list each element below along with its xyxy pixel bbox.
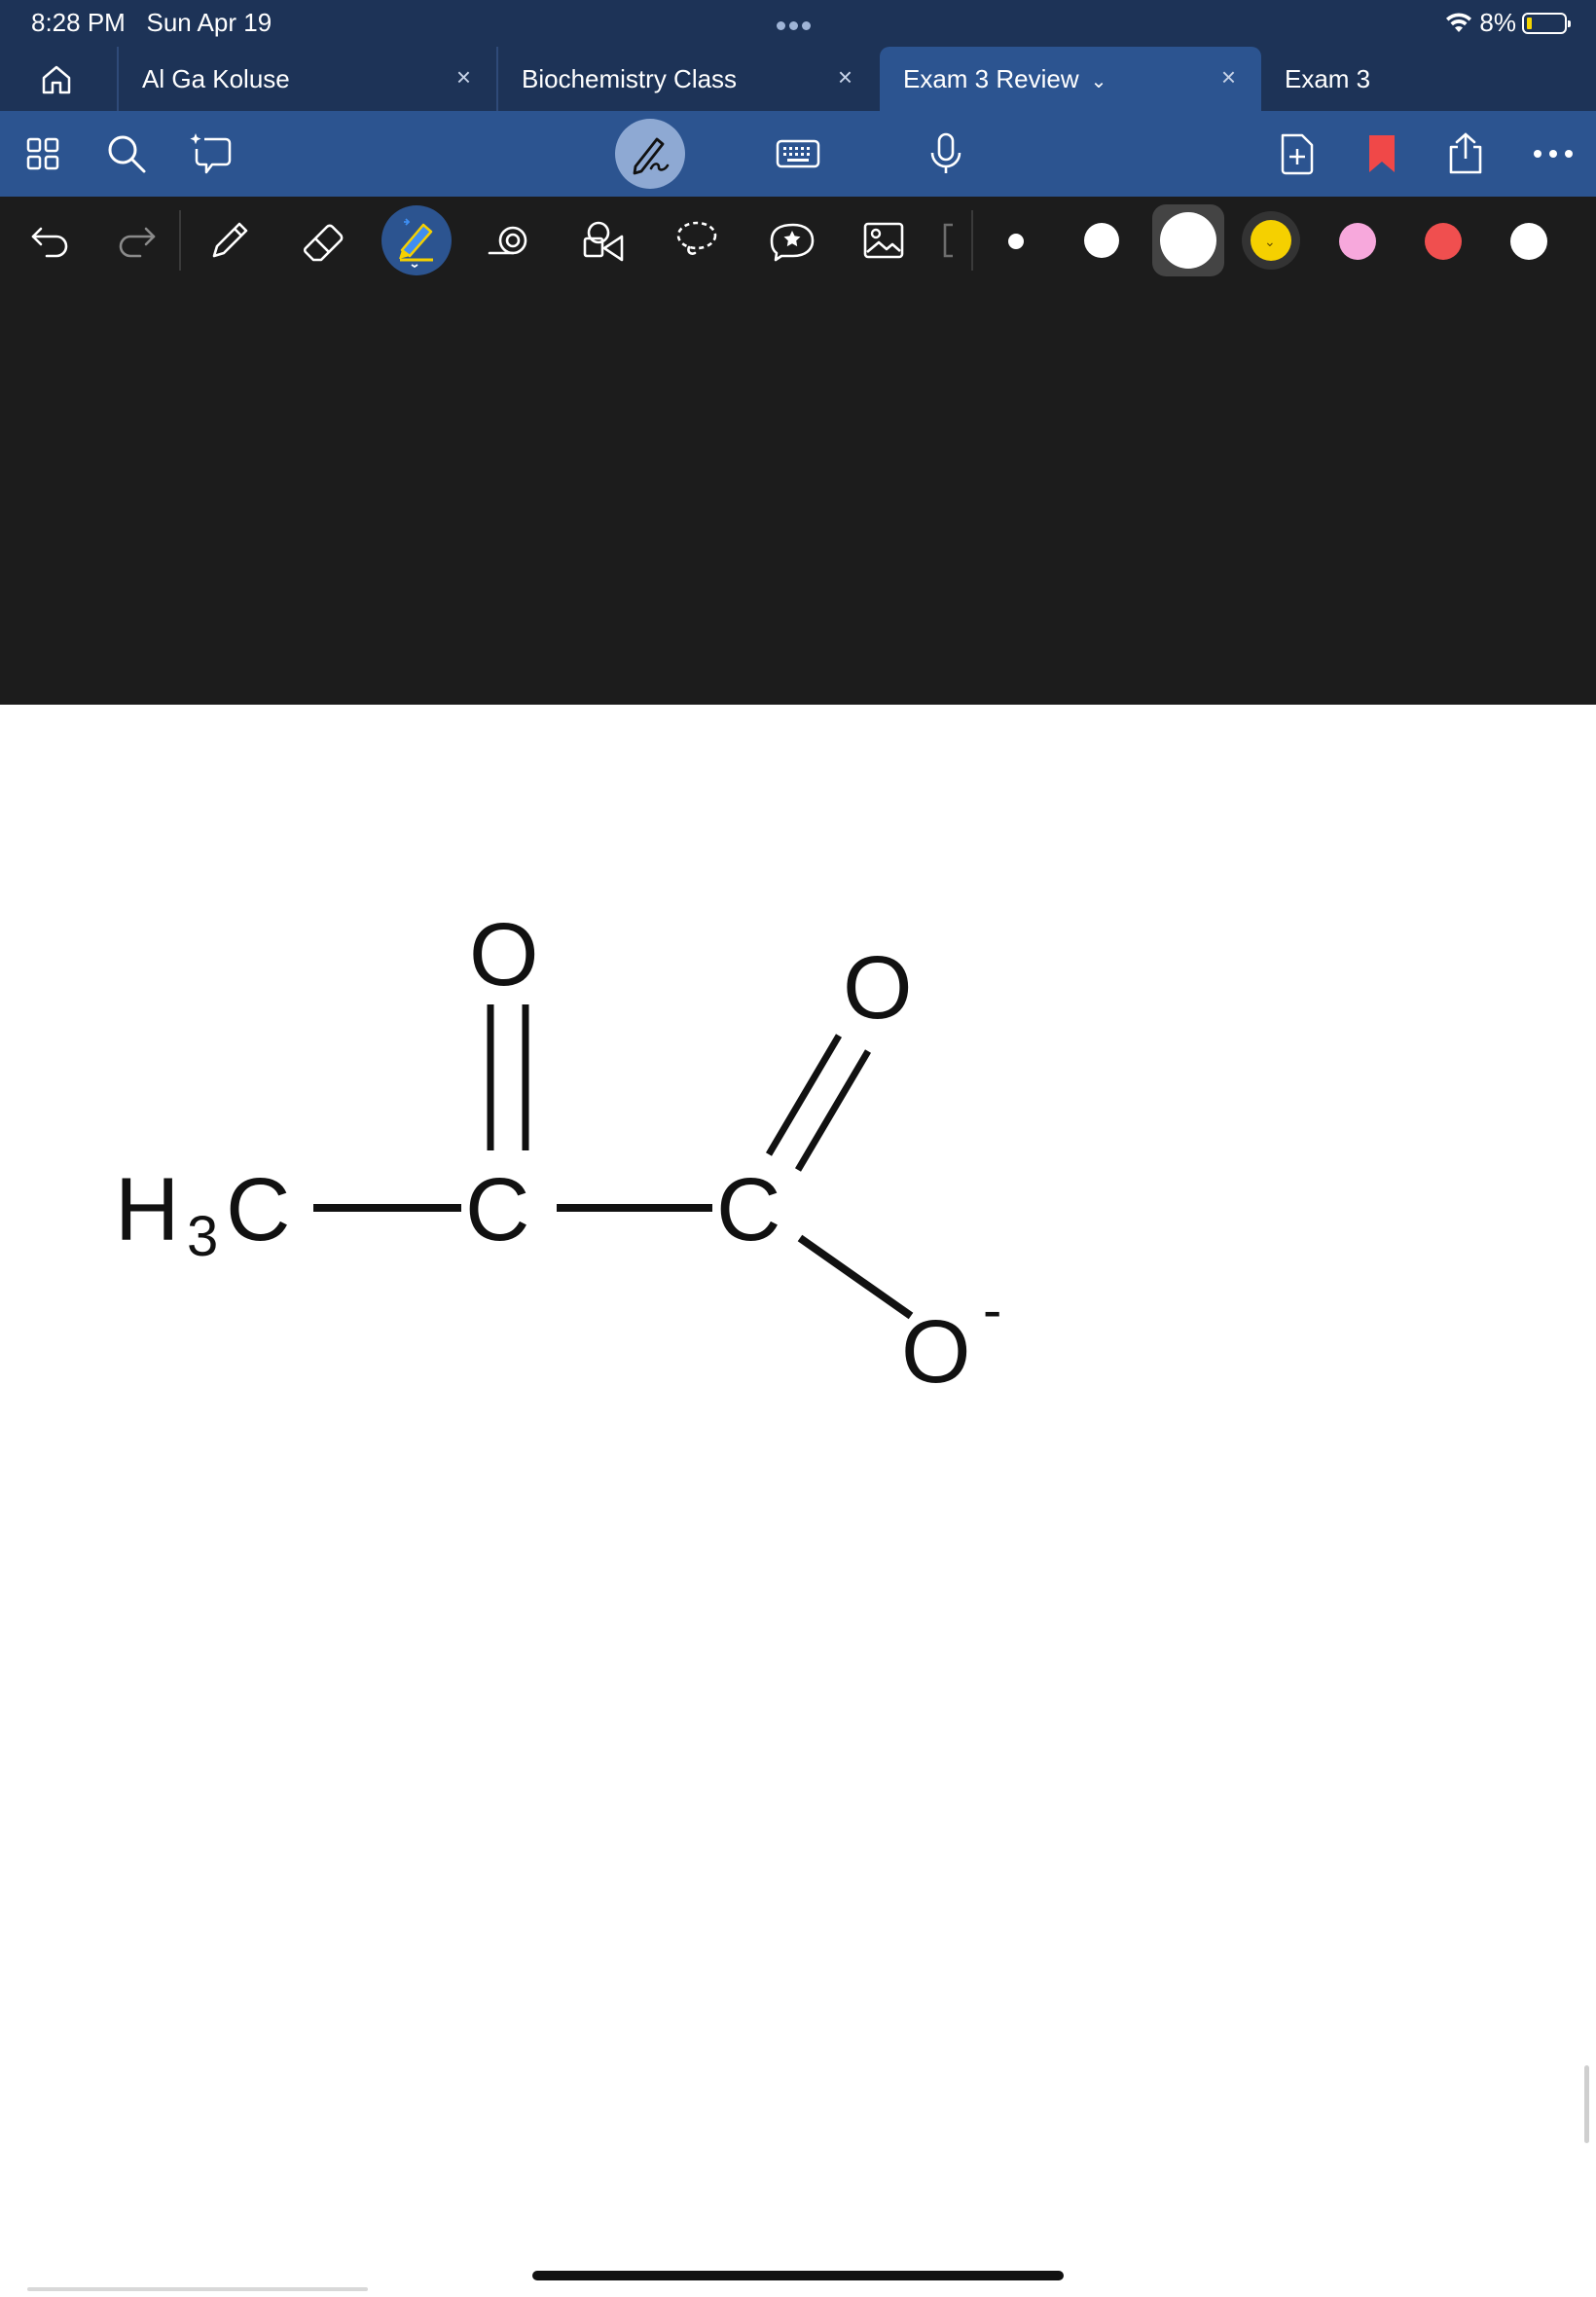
carboxyl-carbon: C [716,1160,780,1259]
bookmark-button[interactable] [1353,125,1411,183]
share-icon [1449,132,1482,174]
highlighter-button[interactable] [381,205,452,275]
redo-button[interactable] [105,209,167,272]
main-toolbar [0,111,1596,197]
wifi-icon [1446,12,1472,32]
carboxyl-double-bond-2 [794,1049,872,1172]
tab-label: Biochemistry Class [522,64,738,93]
tab-biochemistry-class[interactable]: Biochemistry Class × [496,47,878,111]
page-progress-line [27,2287,368,2291]
scrollbar-thumb[interactable] [1584,2065,1589,2143]
chevron-down-icon: ⌄ [1264,234,1276,249]
shapes-icon [583,221,624,262]
tab-label: Exam 3 Review ⌄ [903,64,1106,94]
status-right: 8% [1444,8,1571,38]
multitasking-dots[interactable] [777,18,819,30]
redo-icon [119,227,156,258]
negative-charge: - [983,1279,1001,1342]
tab-exam-3[interactable]: Exam 3 [1261,47,1596,111]
add-page-icon [1281,133,1314,175]
lasso-button[interactable] [666,209,728,272]
tab-bar: Al Ga Koluse × Biochemistry Class × Exam… [0,47,1596,111]
carboxyl-double-bond-1 [765,1034,843,1156]
microphone-icon [930,132,961,173]
keyboard-button[interactable] [769,125,827,183]
grid-button[interactable] [14,125,72,183]
color-white-large-swatch[interactable] [1160,212,1216,269]
bookmark-icon [1369,135,1395,172]
grid-icon [26,137,59,170]
ketone-oxygen: O [469,905,539,1004]
tools-toolbar: ⌄ [0,197,1596,285]
chevron-down-icon[interactable]: ⌄ [1091,69,1107,93]
image-icon [863,222,904,259]
tab-label: Exam 3 [1285,64,1371,93]
pyruvate-structure: H 3 C C O C O O - [115,905,1001,1402]
date: Sun Apr 19 [146,8,272,37]
pen-mode-icon [633,137,670,175]
shapes-button[interactable] [572,209,635,272]
image-button[interactable] [852,209,915,272]
ai-lasso-icon [190,133,232,174]
eraser-icon [303,224,344,262]
methyl-subscript: 3 [187,1205,218,1268]
carboxyl-oxygen-double: O [843,938,913,1038]
page-margin-dark [0,284,1596,705]
carboxylate-oxygen: O [901,1302,971,1402]
eraser-button[interactable] [292,209,354,272]
share-button[interactable] [1436,125,1495,183]
close-icon[interactable]: × [838,62,852,92]
shape-spiral-icon [488,226,527,255]
search-icon [108,135,146,173]
clock: 8:28 PM [31,8,126,37]
home-indicator[interactable] [532,2271,1064,2280]
close-icon[interactable]: × [1221,62,1236,92]
home-button[interactable] [29,58,84,101]
tab-label-text: Exam 3 Review [903,64,1079,93]
status-bar: 8:28 PM Sun Apr 19 8% [0,0,1596,47]
toolbar-divider [179,210,181,271]
toolbar-divider [971,210,973,271]
pencil-icon [212,222,248,258]
tab-al-ga-koluse[interactable]: Al Ga Koluse × [117,47,496,111]
home-icon [42,65,71,94]
color-white-swatch-2[interactable] [1510,223,1547,260]
color-white-swatch[interactable] [1084,223,1119,258]
methyl-h: H [115,1160,179,1259]
carboxyl-single-bond [797,1234,914,1320]
battery-percent: 8% [1479,8,1516,37]
more-button[interactable] [1524,125,1582,183]
sticker-button[interactable] [759,209,821,272]
battery-icon [1522,12,1571,34]
notebook-page[interactable]: H 3 C C O C O O - [0,705,1596,2297]
pen-mode-button[interactable] [615,119,685,189]
pencil-button[interactable] [199,209,261,272]
ai-lasso-button[interactable] [183,125,241,183]
sticker-icon [770,223,815,262]
status-time: 8:28 PM Sun Apr 19 [31,8,272,38]
add-page-button[interactable] [1267,125,1325,183]
text-bracket-icon [943,223,953,258]
tab-label: Al Ga Koluse [142,64,290,93]
shape-spiral-button[interactable] [479,209,541,272]
size-small-swatch[interactable] [1008,234,1024,249]
lasso-icon [676,221,717,255]
color-red-swatch[interactable] [1425,223,1462,260]
search-button[interactable] [97,125,156,183]
text-tool-partial[interactable] [932,209,961,272]
carbonyl-carbon: C [465,1160,529,1259]
close-icon[interactable]: × [456,62,471,92]
microphone-button[interactable] [917,125,975,183]
keyboard-icon [776,139,820,168]
undo-button[interactable] [19,209,82,272]
highlighter-icon [399,218,433,268]
undo-icon [31,227,68,258]
color-pink-swatch[interactable] [1339,223,1376,260]
more-icon [1534,150,1573,158]
methyl-c: C [226,1160,290,1259]
tab-exam-3-review[interactable]: Exam 3 Review ⌄ × [880,47,1261,111]
